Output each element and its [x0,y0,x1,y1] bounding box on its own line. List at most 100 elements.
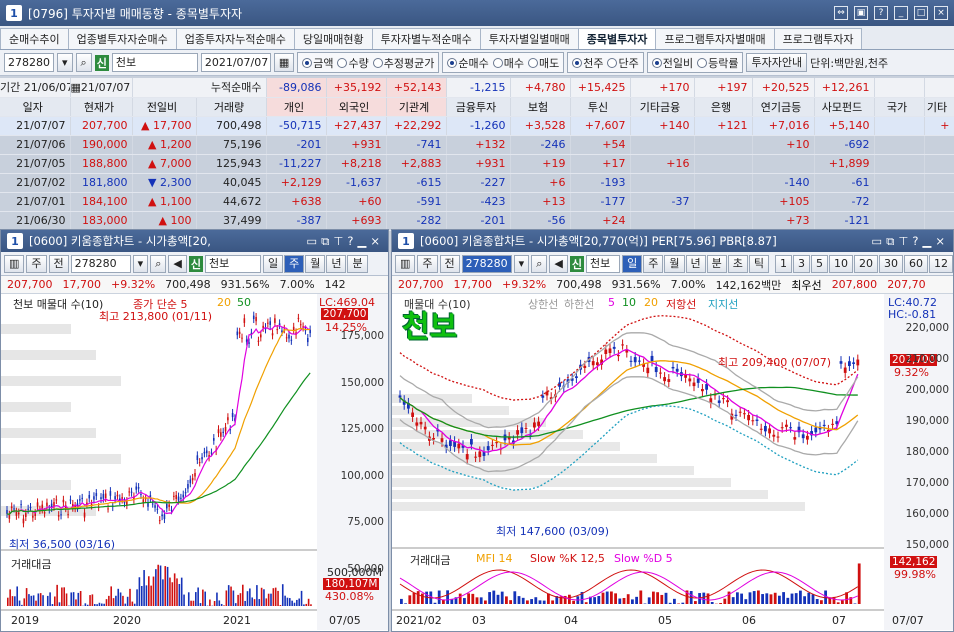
left-speaker-icon[interactable]: ◀ [168,254,187,273]
column-header[interactable]: 보험 [510,97,571,117]
column-header[interactable]: 금융투자 [446,97,511,117]
left_chart-period-4[interactable]: 분 [347,254,368,273]
column-header[interactable]: 외국인 [326,97,387,117]
left-code-input[interactable]: 278280 [70,254,131,273]
right_chart-period-4[interactable]: 분 [706,254,727,273]
left_chart-period-1[interactable]: 주 [284,254,305,273]
r1-option-0[interactable]: 금액 [302,55,333,71]
column-header[interactable]: 은행 [694,97,753,117]
interval-button-6[interactable]: 60 [904,254,928,273]
right_chart-period-2[interactable]: 월 [664,254,685,273]
close-icon[interactable]: × [934,6,948,20]
tab-0[interactable]: 순매수추이 [0,28,69,49]
left_chart-period-0[interactable]: 일 [262,254,284,273]
table-row[interactable]: 21/07/02 181,800 ▼ 2,300 40,045 +2,129 -1,637… [0,173,954,193]
r3-option-1[interactable]: 단주 [607,55,639,71]
interval-button-1[interactable]: 3 [793,254,810,273]
left_chart-period-3[interactable]: 년 [326,254,347,273]
interval-button-7[interactable]: 12 [929,254,953,273]
right_chart-period-0[interactable]: 일 [622,254,643,273]
interval-button-0[interactable]: 1 [775,254,792,273]
calendar-icon[interactable]: ▦ [71,81,81,94]
left-search-icon[interactable]: ⌕ [150,254,167,273]
left-chart-window-icons[interactable]: ▭⧉⊤?▁× [306,234,388,249]
investor-cell: +1,899 [814,154,875,174]
tab-6[interactable]: 종목별투자자 [577,28,657,49]
tab-3[interactable]: 당일매매현황 [293,28,373,49]
link-icon[interactable]: ⇔ [834,6,848,20]
right_chart-period-1[interactable]: 주 [643,254,664,273]
search-icon[interactable]: ⌕ [75,53,92,72]
interval-button-2[interactable]: 5 [811,254,828,273]
r2-option-1[interactable]: 매수 [492,55,524,71]
r2-option-0[interactable]: 순매수 [447,55,489,71]
column-header[interactable]: 사모펀드 [814,97,875,117]
jeon-button[interactable]: 전 [48,254,69,273]
right_chart-period-6[interactable]: 틱 [748,254,769,273]
period-from[interactable]: 21/06/07 [24,81,69,94]
r4-option-1[interactable]: 등락률 [697,55,738,71]
column-header[interactable]: 기관계 [386,97,447,117]
jusik-button[interactable]: 주 [26,254,47,273]
column-header[interactable]: 연기금등 [752,97,815,117]
right-jusik-button[interactable]: 주 [417,254,438,273]
right-search-icon[interactable]: ⌕ [531,254,548,273]
tab-5[interactable]: 투자자별일별매매 [479,28,579,49]
investor-guide-button[interactable]: 투자자안내 [746,53,808,72]
period-to-cell[interactable]: ▦21/07/07 [70,78,133,98]
minimize-icon[interactable]: _ [894,6,908,20]
left-code-dropdown[interactable]: ▾ [132,254,149,273]
column-header[interactable]: 국가 [874,97,925,117]
calendar-icon[interactable]: ▦ [273,53,295,72]
restore-icon[interactable]: ▣ [854,6,868,20]
column-header[interactable]: 일자 [0,97,71,117]
volume-bar [530,599,533,604]
right-speaker-icon[interactable]: ◀ [549,254,568,273]
period-to[interactable]: 21/07/07 [81,81,130,94]
stock-code-input[interactable]: 278280 [4,53,54,72]
column-header[interactable]: 현재가 [70,97,133,117]
table-row[interactable]: 21/07/06 190,000 ▲ 1,200 75,196 -201 +931 -741… [0,135,954,155]
r2-option-2[interactable]: 매도 [527,55,559,71]
code-dropdown-button[interactable]: ▾ [57,53,73,72]
column-header[interactable]: 기타금융 [630,97,695,117]
tab-7[interactable]: 프로그램투자자별매매 [655,28,775,49]
right_chart-period-5[interactable]: 초 [727,254,748,273]
tab-2[interactable]: 업종투자자누적순매수 [175,28,295,49]
left_chart-period-2[interactable]: 월 [305,254,326,273]
right_chart-period-3[interactable]: 년 [685,254,706,273]
volume-bar [400,598,403,604]
r4-option-0[interactable]: 전일비 [651,55,693,71]
right-jeon-button[interactable]: 전 [439,254,460,273]
maximize-icon[interactable]: □ [914,6,928,20]
right-code-input[interactable]: 278280 [461,254,512,273]
right-chart-window-icons[interactable]: ▭⧉⊤?▁× [871,234,953,249]
interval-button-4[interactable]: 20 [854,254,878,273]
table-row[interactable]: 21/06/30 183,000 ▲ 100 37,499 -387 +693 -282 -2… [0,211,954,231]
table-row[interactable]: 21/07/05 188,800 ▲ 7,000 125,943 -11,227 +8,2… [0,154,954,174]
column-header[interactable]: 기타 [924,97,954,117]
right-code-dropdown[interactable]: ▾ [513,254,530,273]
tab-8[interactable]: 프로그램투자자 [773,28,863,49]
candle-body [638,360,641,362]
table-row[interactable]: 21/07/07 207,700 ▲ 17,700 700,498 -50,715 +27… [0,116,954,136]
interval-button-3[interactable]: 10 [829,254,853,273]
left-price-chart[interactable]: 천보 매물대 수(10) 종가 단순 5 20 50 LC:469.04 207… [1,294,388,630]
r3-option-0[interactable]: 천주 [572,55,603,71]
interval-button-5[interactable]: 30 [879,254,903,273]
right-layout-icon[interactable]: ▥ [395,254,416,273]
tab-1[interactable]: 업종별투자자순매수 [67,28,177,49]
right-price-chart[interactable]: 매물대 수(10) 상한선 하한선 5 10 20 저항선 지지선 천보 LC:… [392,294,953,630]
column-header[interactable]: 투신 [570,97,631,117]
column-header[interactable]: 거래량 [196,97,267,117]
column-header[interactable]: 전일비 [132,97,197,117]
help-icon[interactable]: ? [874,6,888,20]
r1-option-2[interactable]: 추정평균가 [372,55,434,71]
tab-4[interactable]: 투자자별누적순매수 [371,28,481,49]
column-header[interactable]: 개인 [266,97,327,117]
layout-icon[interactable]: ▥ [4,254,25,273]
r1-option-1[interactable]: 수량 [337,55,369,71]
date-input[interactable]: 2021/07/07 [200,53,271,72]
candle-body [128,491,130,493]
table-row[interactable]: 21/07/01 184,100 ▲ 1,100 44,672 +638 +60 -591-… [0,192,954,212]
